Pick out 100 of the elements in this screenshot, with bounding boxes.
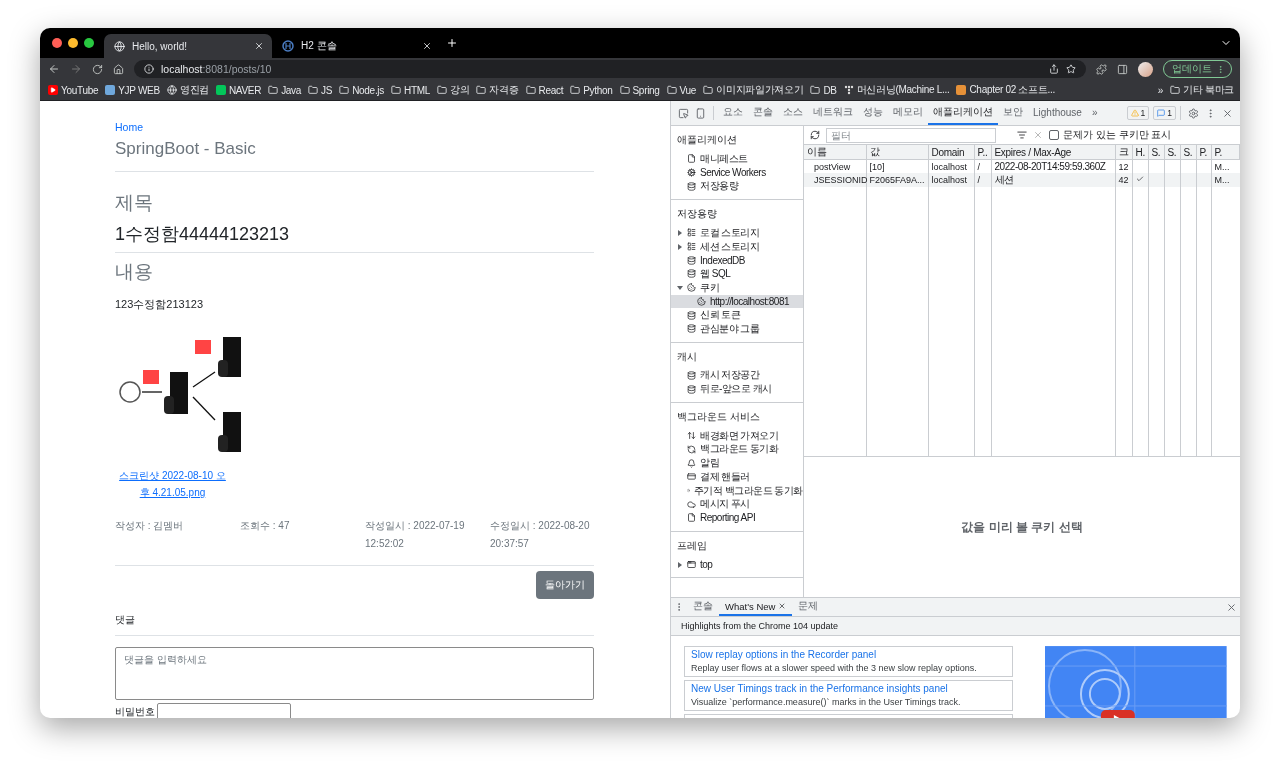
sidebar-item[interactable]: 캐시 저장공간 (671, 368, 803, 383)
bookmark[interactable]: Vue (666, 84, 697, 96)
meta-text: 수정일시 : 2022-08-20 20:37:57 (490, 519, 591, 551)
sidebar-item[interactable]: 결제 핸들러 (671, 470, 803, 484)
subject-label: 제목 (115, 191, 154, 215)
sidebar-item[interactable]: IndexedDB (671, 253, 803, 268)
sidebar-item[interactable]: 배경화면 가져오기 (671, 428, 803, 443)
devtools-tab[interactable]: 메모리 (888, 101, 928, 125)
bookmark[interactable]: 기타 북마크 (1170, 83, 1234, 97)
table-cell: 세션 (991, 173, 1115, 187)
devtools-tab[interactable]: 소스 (778, 101, 808, 125)
sidebar-item[interactable]: http://localhost:8081 (671, 294, 803, 309)
drawer-tab[interactable]: 콘솔 (687, 598, 719, 616)
sidebar-item[interactable]: 주기적 백그라운드 동기화 (671, 483, 803, 498)
bookmark[interactable]: Java (268, 84, 302, 96)
bookmark[interactable]: 자격증 (476, 83, 519, 97)
drawer-tab[interactable]: 문제 (792, 598, 825, 616)
card-title: New User Timings track in the Performance insights panel (691, 683, 949, 694)
sidebar-item[interactable]: 로컬 스토리지 (671, 226, 803, 240)
sidebar-item[interactable]: 저장용량 (671, 179, 803, 194)
bookmark[interactable]: Spring (619, 84, 660, 96)
back-button[interactable]: 돌아가기 (536, 571, 594, 599)
feature-card[interactable]: Slow replay options in the Recorder panel Replay user flows at a slower speed with the 3 new slow replay options. (684, 646, 1014, 677)
feature-card[interactable]: New User Timings track in the Performance insights panel Visualize `performance.measure()` marks in the User Timings track. (684, 680, 1014, 711)
devtools-tab[interactable]: 콘솔 (748, 101, 778, 125)
issues-checkbox[interactable]: 문제가 있는 쿠키만 표시 (1049, 128, 1172, 142)
url-text: localhost:8081/posts/10 (161, 63, 272, 75)
sidebar-item[interactable]: top (671, 557, 803, 572)
sidebar-item[interactable]: Reporting API (671, 511, 803, 525)
bookmark[interactable]: Chapter 02 소프트... (956, 83, 1055, 97)
message-badge[interactable]: 1 (1153, 106, 1176, 120)
sidebar-item[interactable]: 세션 스토리지 (671, 239, 803, 254)
address-bar[interactable]: localhost:8081/posts/10 (134, 60, 1086, 78)
card-description: Visualize `performance.measure()` marks in the User Timings track. (691, 697, 962, 707)
table-cell: JSESSIONID (804, 173, 866, 187)
column-header[interactable]: 값 (866, 145, 928, 160)
bookmark[interactable]: 머신러닝(Machine L... (843, 83, 950, 97)
password-label: 비밀번호 (115, 705, 155, 718)
warning-badge[interactable]: 1 (1126, 106, 1150, 120)
column-header[interactable]: 이름 (804, 145, 866, 160)
devtools-tab[interactable]: 네트워크 (808, 101, 858, 125)
devtools-tab[interactable]: 성능 (858, 101, 888, 125)
column-header[interactable]: Domain (928, 145, 974, 160)
bookmark[interactable]: YJP WEB (105, 84, 160, 96)
home-link[interactable]: Home (115, 121, 143, 133)
bookmark[interactable]: 이미지파일가져오기 (703, 83, 804, 97)
more-tabs[interactable]: » (1086, 101, 1103, 125)
sidebar-item[interactable]: 매니페스트 (671, 152, 803, 166)
sidebar-item[interactable]: Service Workers (671, 165, 803, 180)
meta-text: 작성자 : 김멤버 (115, 519, 185, 533)
devtools-tab[interactable]: 보안 (998, 101, 1028, 125)
sidebar-item[interactable]: 웹 SQL (671, 267, 803, 281)
sidebar-item[interactable]: 메시지 푸시 (671, 497, 803, 512)
section-title: 저장용량 (676, 207, 718, 222)
bookmark[interactable]: JS (308, 84, 333, 96)
bookmark[interactable]: DB (810, 84, 837, 96)
drawer-header: Highlights from the Chrome 104 update (671, 617, 1240, 636)
comment-field[interactable]: 댓글을 입력하세요 (115, 647, 594, 700)
table-cell: F2065FA9A... (866, 173, 928, 187)
sidebar-item[interactable]: 관심분야 그룹 (671, 321, 803, 336)
section-title: 캐시 (676, 349, 698, 364)
section-title: 애플리케이션 (676, 133, 738, 147)
attachment-link[interactable]: 스크린샷 2022-08-10 오후 4.21.05.png (115, 467, 230, 501)
table-cell: 42 (1115, 173, 1132, 187)
bookmark[interactable]: NAVER (215, 84, 262, 96)
table-cell: postView (804, 159, 866, 173)
devtools-tab[interactable]: 요소 (718, 101, 748, 125)
section-title: 프레임 (676, 538, 708, 553)
card-title: Slow replay options in the Recorder panel (691, 649, 878, 660)
empty-preview-text: 값을 미리 볼 쿠키 선택 (961, 518, 1083, 536)
sidebar-item[interactable]: 신뢰 토큰 (671, 308, 803, 322)
bookmark[interactable]: 영진컴 (166, 83, 209, 97)
bookmark[interactable]: 강의 (437, 83, 470, 97)
sidebar-item[interactable]: 알림 (671, 456, 803, 470)
site-title: SpringBoot - Basic (115, 139, 257, 159)
meta-text: 조회수 : 47 (240, 519, 291, 533)
content-label: 내용 (115, 260, 154, 284)
sidebar-item[interactable]: 뒤로-앞으로 캐시 (671, 382, 803, 396)
sidebar-item[interactable]: 백그라운드 동기화 (671, 442, 803, 457)
devtools-tab[interactable]: 애플리케이션 (928, 101, 998, 125)
filter-field[interactable]: 필터 (826, 127, 996, 143)
card-description: Replay user flows at a slower speed with the 3 new slow replay options. (691, 663, 978, 673)
bookmark[interactable]: YouTube (48, 84, 99, 96)
section-title: 백그라운드 서비스 (676, 409, 761, 424)
more-bookmarks[interactable]: » (1157, 84, 1163, 96)
browser-tab[interactable]: Hello, world! (104, 34, 272, 58)
bookmark[interactable]: Node.js (339, 84, 384, 96)
bookmark[interactable]: HTML (391, 84, 430, 96)
sidebar-item[interactable]: 쿠키 (671, 280, 803, 295)
post-content: 123수정함213123 (115, 297, 205, 312)
table-cell: M... (1211, 173, 1240, 187)
table-cell: / (974, 173, 991, 187)
bookmark[interactable]: Python (570, 84, 613, 96)
meta-text: 작성일시 : 2022-07-19 12:52:02 (365, 519, 466, 551)
column-header[interactable]: P. (1211, 145, 1240, 160)
devtools-tab[interactable]: Lighthouse (1028, 101, 1087, 125)
column-header[interactable]: Expires / Max-Age (991, 145, 1115, 160)
browser-tab[interactable]: H2 콘솔 (272, 34, 440, 58)
bookmark[interactable]: React (525, 84, 564, 96)
comments-label: 댓글 (115, 613, 136, 627)
